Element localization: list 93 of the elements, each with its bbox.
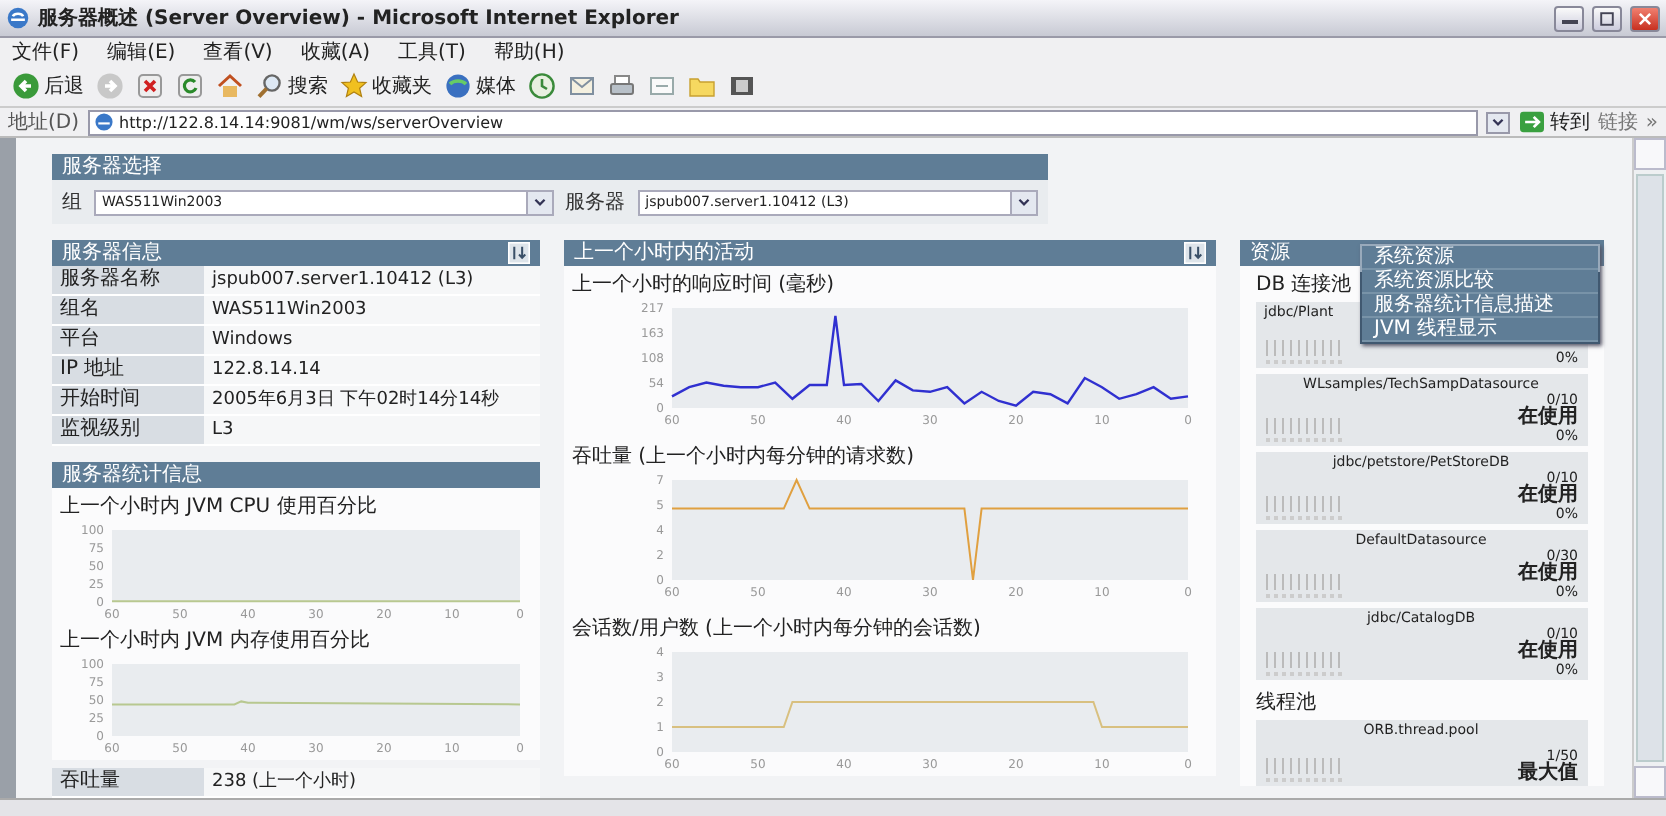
- globe-button[interactable]: 媒体: [444, 72, 516, 100]
- usage-gauge-drawing: [1264, 572, 1348, 600]
- close-button[interactable]: [1630, 5, 1660, 31]
- info-label: 监视级别: [52, 416, 204, 444]
- refresh-button[interactable]: [176, 72, 204, 100]
- section-title: 线程池: [1256, 692, 1316, 716]
- window-title: 服务器概述 (Server Overview) - Microsoft Internet Explorer: [38, 5, 681, 32]
- info-label: 服务器名称: [52, 266, 204, 294]
- globe-icon: [444, 72, 472, 100]
- menu-item[interactable]: JVM 线程显示: [1362, 318, 1598, 342]
- address-field[interactable]: http://122.8.14.14:9081/wm/ws/serverOverview: [87, 109, 1478, 135]
- star-button[interactable]: 收藏夹: [340, 72, 432, 100]
- chart-title: 上一个小时的响应时间 (毫秒): [572, 272, 836, 300]
- stop-button[interactable]: [136, 72, 164, 100]
- arrow-icon: [1517, 110, 1546, 134]
- pool-state: 最大值: [1518, 764, 1578, 784]
- usage-gauge-drawing: [1264, 756, 1348, 784]
- menu-item[interactable]: 文件(F): [12, 38, 80, 66]
- search-button[interactable]: 搜索: [256, 72, 328, 100]
- house-button[interactable]: [216, 72, 244, 100]
- house-icon: [216, 72, 244, 100]
- info-label: 开始时间: [52, 386, 204, 414]
- panel-title: 服务器统计信息: [62, 462, 202, 488]
- clock-button[interactable]: [528, 72, 556, 100]
- usage-gauge-drawing: [1264, 650, 1348, 678]
- maximize-icon: [1598, 9, 1616, 27]
- close-icon: [1636, 9, 1654, 27]
- usage-gauge-drawing: [1264, 494, 1348, 522]
- clock-icon: [528, 72, 556, 100]
- info-label: IP 地址: [52, 356, 204, 384]
- info-value: 122.8.14.14: [204, 356, 540, 384]
- menu-item[interactable]: 服务器统计信息描述: [1362, 294, 1598, 318]
- minimize-button[interactable]: [1554, 5, 1584, 31]
- menu-item[interactable]: 工具(T): [398, 38, 466, 66]
- panel-title: 服务器选择: [62, 154, 162, 180]
- stop-icon: [136, 72, 164, 100]
- go-button[interactable]: 转到: [1517, 108, 1590, 136]
- back-icon: [12, 72, 40, 100]
- more-button[interactable]: »: [1645, 111, 1658, 133]
- info-value: 238 (上一个小时): [204, 768, 540, 796]
- info-value: L3: [204, 416, 540, 444]
- pool-state: 在使用: [1518, 564, 1578, 584]
- info-value: Windows: [204, 326, 540, 354]
- info-label: 组名: [52, 296, 204, 324]
- collapse-icon: [508, 242, 530, 264]
- pool-state: 在使用: [1518, 486, 1578, 506]
- panel-title: 服务器信息: [62, 240, 162, 266]
- star-icon: [340, 72, 368, 100]
- ie-icon: [6, 6, 30, 30]
- panel-title: 资源: [1250, 240, 1290, 266]
- caret-icon: [1016, 194, 1032, 210]
- folder-icon: [688, 72, 716, 100]
- menu-item[interactable]: 帮助(H): [493, 38, 565, 66]
- chart-title: 会话数/用户数 (上一个小时内每分钟的会话数): [572, 616, 983, 644]
- menu-item[interactable]: 收藏(A): [300, 38, 370, 66]
- field-label: 服务器: [565, 190, 626, 216]
- menu-item[interactable]: 查看(V): [203, 38, 273, 66]
- menu-item[interactable]: 编辑(E): [107, 38, 176, 66]
- caret-icon: [531, 194, 548, 210]
- caret-icon: [1489, 114, 1506, 130]
- film-icon: [728, 72, 756, 100]
- film-button[interactable]: [728, 72, 756, 100]
- info-value: 2005年6月3日 下午02时14分14秒: [204, 386, 540, 414]
- chart-title: 吞吐量 (上一个小时内每分钟的请求数): [572, 444, 916, 472]
- usage-gauge-drawing: [1264, 416, 1348, 444]
- pool-state: 在使用: [1518, 642, 1578, 662]
- info-value: WAS511Win2003: [204, 296, 540, 324]
- forward-icon: [96, 72, 124, 100]
- info-value: jspub007.server1.10412 (L3): [204, 266, 540, 294]
- address-label: 地址(D): [8, 109, 80, 136]
- minimize-icon: [1561, 19, 1577, 23]
- printer-button[interactable]: [608, 72, 636, 100]
- scrollbar[interactable]: [1632, 138, 1666, 798]
- pool-state: 在使用: [1518, 408, 1578, 428]
- chart-title: 上一个小时内 JVM CPU 使用百分比: [60, 494, 379, 522]
- printer-icon: [608, 72, 636, 100]
- links-button[interactable]: 链接: [1597, 108, 1638, 136]
- panel-title: 上一个小时内的活动: [574, 240, 754, 266]
- usage-gauge-drawing: [1264, 338, 1348, 366]
- envelope-icon: [568, 72, 596, 100]
- envelope-button[interactable]: [568, 72, 596, 100]
- maximize-button[interactable]: [1592, 5, 1622, 31]
- section-title: DB 连接池: [1256, 274, 1352, 298]
- menu-item[interactable]: 系统资源比较: [1362, 270, 1598, 294]
- refresh-icon: [176, 72, 204, 100]
- info-label: 平台: [52, 326, 204, 354]
- info-label: 吞吐量: [52, 768, 204, 796]
- chart-title: 上一个小时内 JVM 内存使用百分比: [60, 628, 372, 656]
- search-icon: [256, 72, 284, 100]
- menu-item[interactable]: 系统资源: [1362, 246, 1598, 270]
- dropdown-button[interactable]: [1485, 111, 1510, 133]
- back-button[interactable]: 后退: [12, 72, 84, 100]
- field-label: 组: [62, 190, 82, 216]
